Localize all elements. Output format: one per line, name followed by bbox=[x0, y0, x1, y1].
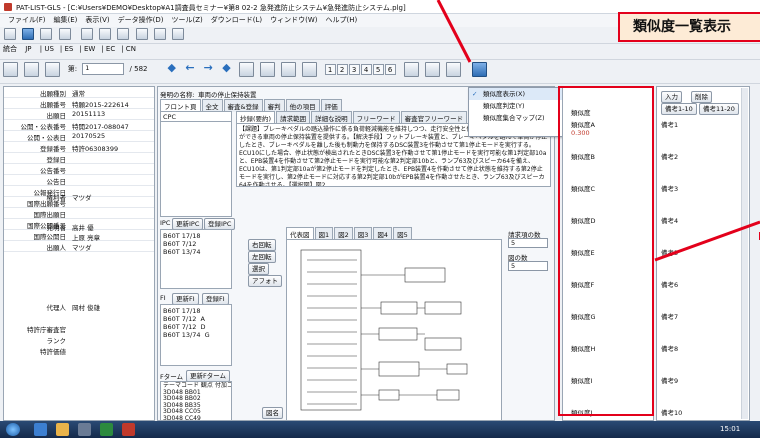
patlist-task-icon[interactable] bbox=[122, 423, 135, 436]
annotation-arrows bbox=[436, 0, 760, 262]
app-task-icon[interactable] bbox=[78, 423, 91, 436]
app-window: PAT-LIST-GLS - [C:¥Users¥DEMO¥Desktop¥A1… bbox=[0, 0, 760, 438]
start-button[interactable] bbox=[6, 423, 20, 436]
ie-icon[interactable] bbox=[34, 423, 47, 436]
excel-icon[interactable] bbox=[100, 423, 113, 436]
folder-icon[interactable] bbox=[56, 423, 69, 436]
taskbar: 15:01 bbox=[0, 421, 760, 438]
arrow-to-list bbox=[654, 220, 760, 262]
clock: 15:01 bbox=[720, 425, 741, 433]
arrow-to-toolbar bbox=[436, 0, 472, 63]
